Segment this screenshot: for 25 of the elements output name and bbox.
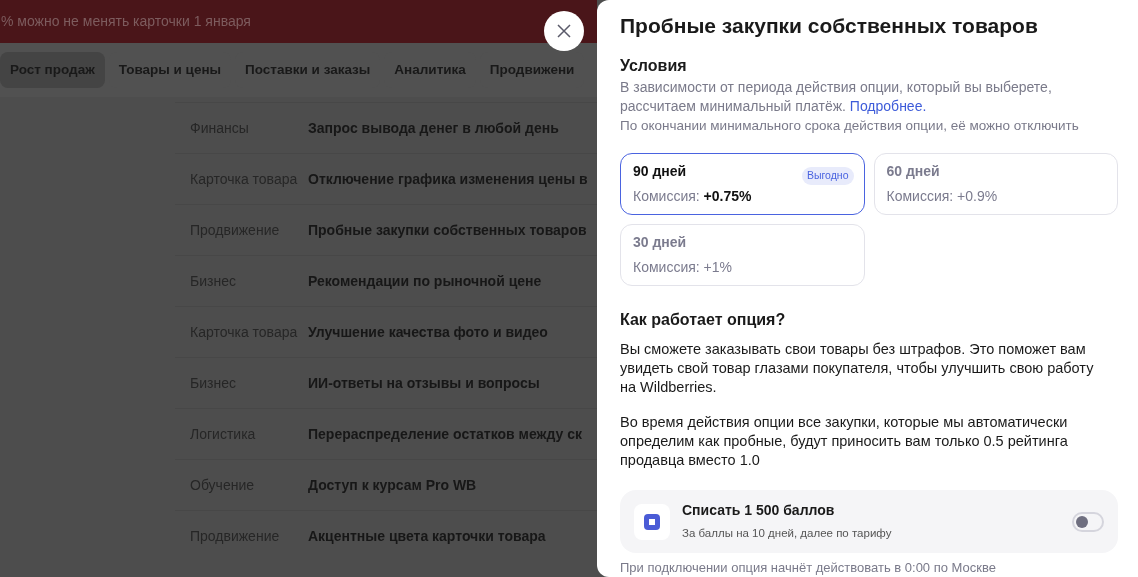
more-link[interactable]: Подробнее. [849, 98, 927, 114]
period-option[interactable]: 30 дней Комиссия: +1% [620, 224, 865, 286]
commission-text: Комиссия: +0.9% [886, 187, 998, 206]
period-label: 90 дней [633, 162, 687, 181]
period-option[interactable]: 60 дней Комиссия: +0.9% [873, 153, 1118, 215]
banner: % можно не менять карточки 1 января [0, 0, 597, 43]
conditions-heading: Условия [620, 56, 688, 76]
points-icon [634, 503, 670, 540]
panel-title: Пробные закупки собственных товаров [620, 13, 1039, 39]
toggle-switch[interactable] [1072, 511, 1104, 532]
badge: Выгодно [801, 167, 854, 185]
conditions-note: По окончании минимального срока действия опции, её можно отключить [620, 117, 1080, 135]
footer-text: При подключении опция начнёт действовать в 0:00 по Москве [620, 560, 997, 576]
period-label: 30 дней [633, 233, 687, 252]
period-option[interactable]: 90 дней Комиссия: +0.75% Выгодно [620, 153, 865, 215]
how-heading: Как работает опция? [620, 310, 787, 330]
how-paragraph: Вы сможете заказывать свои товары без штрафов. Это поможет вам увидеть свой товар глазами покупателя, чтобы улучшить свою работу на Wildberries. [620, 340, 1095, 397]
how-paragraph: Во время действия опции все закупки, которые мы автоматически определим как пробные, будут приносить вам только 0.5 рейтинга продавца вместо 1.0 [620, 413, 1069, 470]
points-subtitle: За баллы на 10 дней, далее по тарифу [682, 526, 893, 542]
commission-text: Комиссия: +0.75% [633, 187, 752, 206]
close-icon [557, 24, 571, 38]
period-label: 60 дней [886, 162, 940, 181]
commission-text: Комиссия: +1% [633, 258, 732, 277]
points-title: Списать 1 500 баллов [682, 501, 836, 521]
conditions-text: В зависимости от периода действия опции, который вы выберете, рассчитаем минимальный платёж. Подробнее. [620, 78, 1053, 116]
